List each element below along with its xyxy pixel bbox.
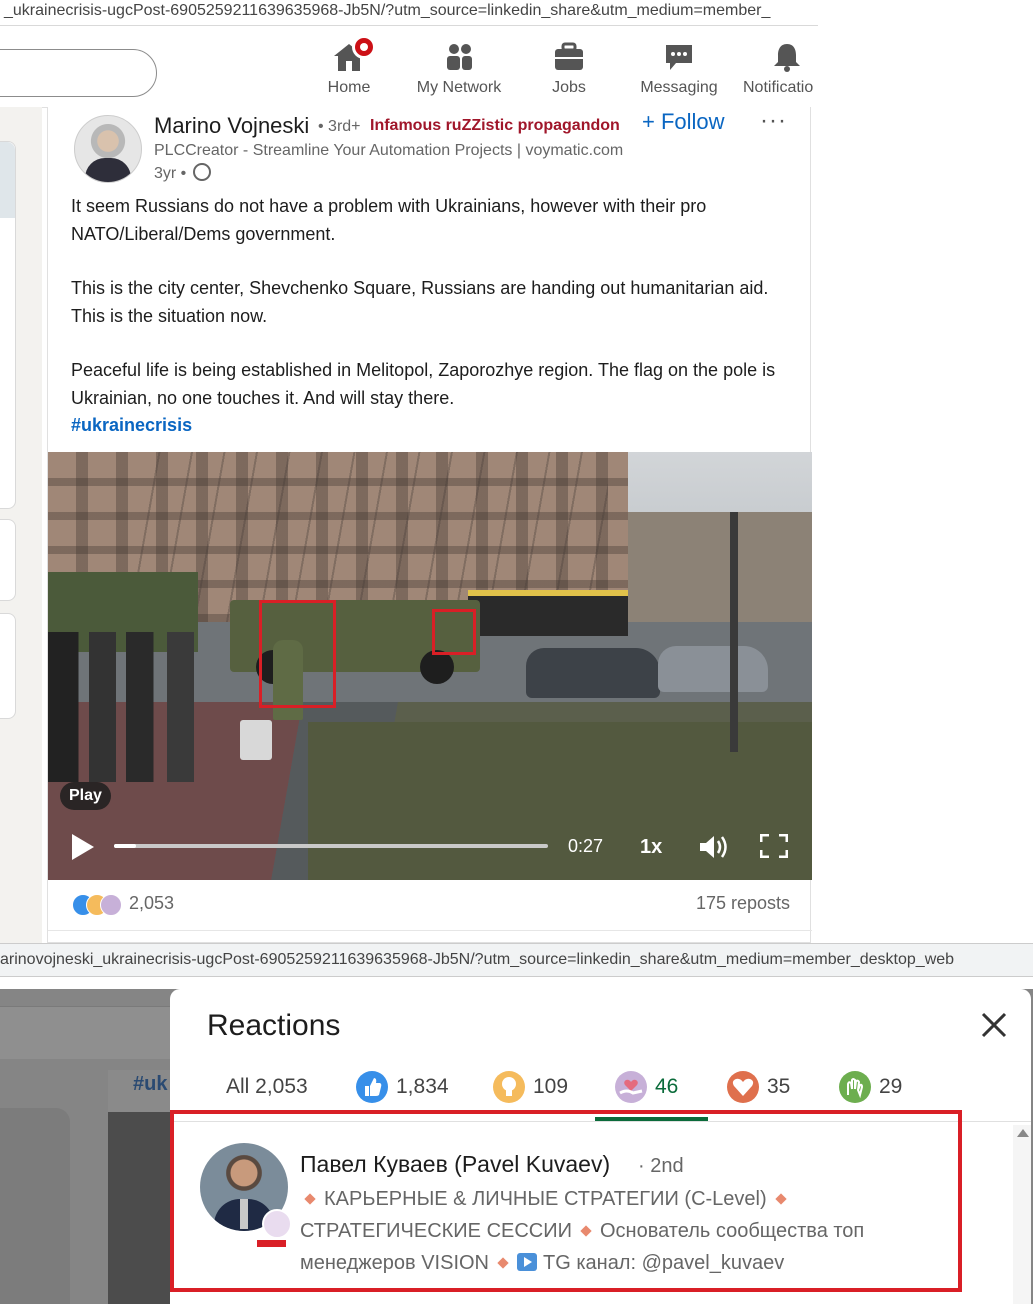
scrollbar[interactable]	[1013, 1125, 1031, 1304]
modal-title: Reactions	[207, 1009, 341, 1042]
network-icon	[404, 41, 514, 73]
nav-notifications-label: Notificatio	[743, 79, 814, 96]
highlight-box	[259, 600, 336, 708]
nav-jobs-label: Jobs	[552, 79, 586, 96]
tab-label: 1,834	[396, 1075, 449, 1098]
nav-messaging[interactable]: Messaging	[624, 41, 734, 97]
address-bar-top[interactable]: _ukrainecrisis-ugcPost-69052592116396359…	[0, 0, 818, 26]
video-progress-fill	[114, 844, 136, 848]
author-headline: PLCCreator - Streamline Your Automation …	[154, 142, 624, 159]
tab-love[interactable]: 35	[727, 1071, 790, 1107]
more-options-button[interactable]: ···	[760, 107, 787, 135]
nav-home[interactable]: Home	[294, 35, 404, 97]
video-lamp-pole	[730, 512, 738, 752]
author-tag: Infamous ruZZistic propagandon	[370, 117, 620, 134]
like-icon	[356, 1071, 388, 1103]
reactions-modal: Reactions All 2,053 1,834 109 46 35 29 П…	[170, 989, 1031, 1304]
nav-home-label: Home	[327, 79, 371, 96]
globe-icon	[192, 163, 211, 181]
tab-label: 29	[879, 1075, 903, 1098]
social-counts: 2,053 175 reposts	[48, 886, 812, 931]
top-navbar: Home My Network Jobs Messaging Notificat…	[0, 27, 818, 108]
sidebar-card	[0, 141, 16, 509]
background-header	[0, 1006, 170, 1059]
chat-icon	[624, 41, 734, 73]
briefcase-icon	[514, 41, 624, 73]
nav-my-network-label: My Network	[416, 79, 502, 96]
video-car	[526, 648, 660, 698]
notification-badge	[352, 35, 376, 59]
post-paragraph: It seem Russians do not have a problem w…	[71, 196, 707, 244]
video-building	[628, 512, 812, 632]
support-icon	[100, 894, 122, 916]
tab-label: All 2,053	[226, 1075, 308, 1098]
highlight-box	[432, 609, 476, 655]
nav-jobs[interactable]: Jobs	[514, 41, 624, 97]
reposts-count[interactable]: 175 reposts	[696, 893, 790, 914]
support-icon	[615, 1071, 647, 1103]
sidebar-card	[0, 519, 16, 601]
right-rail	[811, 107, 1033, 943]
post-timestamp: 3yr •	[154, 163, 211, 183]
volume-icon[interactable]	[698, 834, 730, 860]
video-progress-bar[interactable]	[114, 844, 548, 848]
tab-support[interactable]: 46	[615, 1071, 678, 1107]
hashtag-link[interactable]: #ukrainecrisis	[71, 412, 791, 440]
celebrate-icon	[839, 1071, 871, 1103]
sidebar-card	[0, 613, 16, 719]
reactions-count[interactable]: 2,053	[129, 893, 174, 914]
search-input[interactable]	[0, 49, 157, 97]
tab-like[interactable]: 1,834	[356, 1071, 449, 1107]
play-tooltip: Play	[60, 782, 111, 810]
highlight-box	[170, 1110, 962, 1292]
background-hashtag: #uk	[133, 1073, 168, 1095]
follow-button[interactable]: + Follow	[642, 109, 725, 135]
video-people	[48, 632, 218, 782]
author-avatar[interactable]	[74, 115, 142, 183]
close-icon[interactable]	[976, 1007, 1012, 1043]
video-car	[658, 646, 768, 692]
reaction-icons[interactable]	[72, 894, 124, 916]
video-bin	[240, 720, 272, 760]
insightful-icon	[493, 1071, 525, 1103]
post-paragraph: This is the city center, Shevchenko Squa…	[71, 278, 769, 326]
tab-all[interactable]: All 2,053	[226, 1071, 308, 1107]
playback-speed-button[interactable]: 1x	[640, 836, 662, 859]
tab-celebrate[interactable]: 29	[839, 1071, 902, 1107]
separator	[0, 977, 1033, 989]
video-controls: 0:27 1x	[48, 824, 812, 880]
fullscreen-icon[interactable]	[759, 833, 789, 859]
background-image	[108, 1112, 173, 1304]
tab-label: 109	[533, 1075, 569, 1098]
post-text: It seem Russians do not have a problem w…	[71, 193, 791, 440]
video-player[interactable]: Play 0:27 1x	[48, 452, 812, 880]
play-icon[interactable]	[72, 834, 94, 860]
author-name[interactable]: Marino Vojneski	[154, 113, 309, 139]
nav-my-network[interactable]: My Network	[404, 41, 514, 97]
left-sidebar	[0, 107, 42, 943]
tab-label: 46	[655, 1075, 679, 1098]
tab-label: 35	[767, 1075, 791, 1098]
nav-notifications[interactable]: Notificatio	[734, 41, 818, 97]
post-paragraph: Peaceful life is being established in Me…	[71, 360, 776, 408]
nav-messaging-label: Messaging	[640, 79, 718, 96]
address-bar-bottom[interactable]: arinovojneski_ukrainecrisis-ugcPost-6905…	[0, 943, 1033, 977]
home-icon	[332, 35, 376, 73]
connection-degree: • 3rd+	[318, 118, 361, 135]
post-time-text: 3yr •	[154, 165, 187, 182]
video-shopfront	[468, 590, 628, 636]
love-icon	[727, 1071, 759, 1103]
scroll-up-icon[interactable]	[1017, 1129, 1029, 1137]
bell-icon	[770, 41, 818, 73]
tab-insightful[interactable]: 109	[493, 1071, 568, 1107]
background-card	[0, 1108, 70, 1304]
video-time: 0:27	[568, 836, 604, 856]
